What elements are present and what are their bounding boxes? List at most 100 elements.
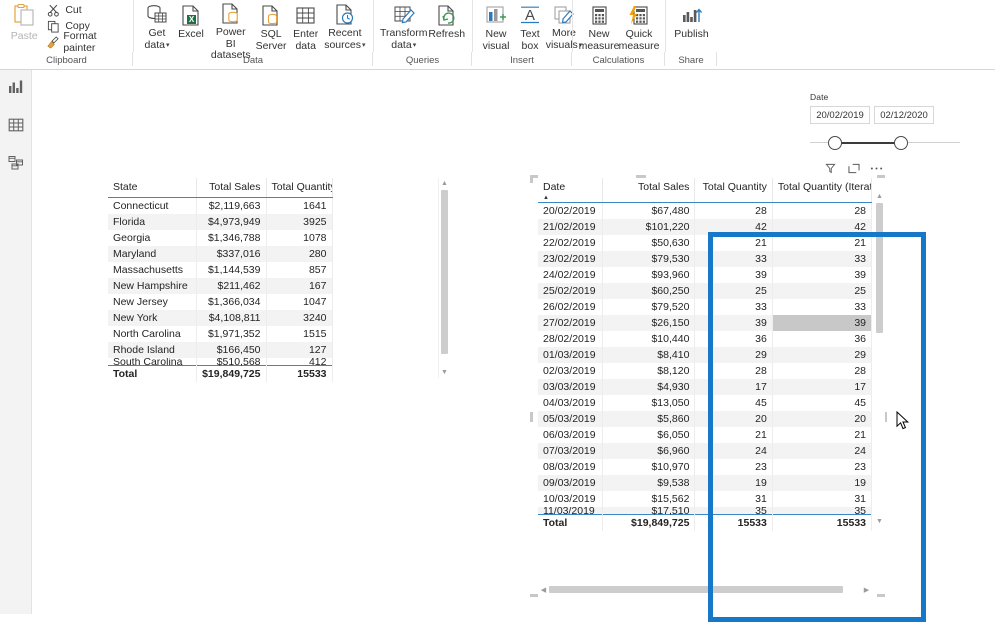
cell-total-quantity[interactable]: 1641 [266, 197, 333, 214]
cell-total-sales[interactable]: $4,973,949 [196, 214, 267, 230]
scroll-up-arrow-icon[interactable]: ▲ [874, 191, 885, 202]
cell-total-quantity-iteration[interactable]: 19 [772, 475, 872, 491]
cell-total-quantity[interactable]: 127 [266, 342, 333, 358]
cell-date[interactable]: 10/03/2019 [538, 491, 603, 507]
cell-total-quantity-iteration[interactable]: 45 [772, 395, 872, 411]
cell-date[interactable]: 06/03/2019 [538, 427, 603, 443]
cell-total-quantity[interactable]: 3925 [266, 214, 333, 230]
column-header-date[interactable]: Date ▲ [538, 178, 603, 203]
new-visual-button[interactable]: New visual [479, 0, 513, 52]
table-row[interactable]: Georgia $1,346,788 1078 [108, 230, 333, 246]
cell-total-sales[interactable]: $5,860 [602, 411, 696, 427]
cell-total-sales[interactable]: $1,366,034 [196, 294, 267, 310]
cell-date[interactable]: 28/02/2019 [538, 331, 603, 347]
sql-server-button[interactable]: SQL Server [253, 0, 288, 52]
cell-total-sales[interactable]: $4,930 [602, 379, 696, 395]
resize-handle-left-top[interactable] [530, 175, 533, 183]
table-row[interactable]: 20/02/2019 $67,480 28 28 [538, 202, 872, 219]
table-row[interactable]: 05/03/2019 $5,860 20 20 [538, 411, 872, 427]
cell-total-quantity[interactable]: 25 [694, 283, 773, 299]
cell-total-quantity[interactable]: 23 [694, 459, 773, 475]
cell-total-sales[interactable]: $101,220 [602, 219, 696, 235]
cell-date[interactable]: 23/02/2019 [538, 251, 603, 267]
cell-date[interactable]: 27/02/2019 [538, 315, 603, 331]
cell-state[interactable]: New York [108, 310, 197, 326]
publish-button[interactable]: Publish [672, 0, 711, 52]
cell-date[interactable]: 11/03/2019 [538, 507, 603, 515]
cell-date[interactable]: 26/02/2019 [538, 299, 603, 315]
recent-sources-button[interactable]: Recent sources▾ [323, 0, 367, 52]
cell-total-sales[interactable]: $1,144,539 [196, 262, 267, 278]
report-page[interactable]: Date 20/02/2019 02/12/2020 State Total S… [32, 70, 995, 622]
cell-total-sales[interactable]: $93,960 [602, 267, 696, 283]
cell-total-quantity-iteration[interactable]: 28 [772, 363, 872, 379]
table-row[interactable]: Rhode Island $166,450 127 [108, 342, 333, 358]
table-row[interactable]: 27/02/2019 $26,150 39 39 [538, 315, 872, 331]
table-row[interactable]: 08/03/2019 $10,970 23 23 [538, 459, 872, 475]
enter-data-button[interactable]: Enter data [289, 0, 323, 52]
cell-date[interactable]: 04/03/2019 [538, 395, 603, 411]
cell-total-quantity-iteration[interactable]: 20 [772, 411, 872, 427]
cell-date[interactable]: 05/03/2019 [538, 411, 603, 427]
quick-measure-button[interactable]: Quick measure [619, 0, 659, 52]
cell-total-quantity[interactable]: 17 [694, 379, 773, 395]
cell-total-quantity-iteration[interactable]: 25 [772, 283, 872, 299]
cell-total-sales[interactable]: $79,520 [602, 299, 696, 315]
table-row[interactable]: 01/03/2019 $8,410 29 29 [538, 347, 872, 363]
cell-date[interactable]: 01/03/2019 [538, 347, 603, 363]
cell-total-sales[interactable]: $166,450 [196, 342, 267, 358]
scroll-thumb-vertical[interactable] [441, 190, 448, 354]
cell-total-sales[interactable]: $9,538 [602, 475, 696, 491]
table-row[interactable]: 22/02/2019 $50,630 21 21 [538, 235, 872, 251]
sidebar-item-data-view[interactable] [0, 108, 32, 146]
table-row[interactable]: New Hampshire $211,462 167 [108, 278, 333, 294]
cell-total-quantity[interactable]: 31 [694, 491, 773, 507]
table-row[interactable]: North Carolina $1,971,352 1515 [108, 326, 333, 342]
states-table-vertical-scrollbar[interactable]: ▲ ▼ [438, 178, 449, 378]
cell-date[interactable]: 21/02/2019 [538, 219, 603, 235]
resize-handle-bottom-left[interactable] [530, 594, 538, 597]
column-header-total-sales[interactable]: Total Sales [602, 178, 696, 203]
states-table-visual[interactable]: State Total Sales Total Quantity Connect… [108, 178, 449, 453]
table-row[interactable]: Maryland $337,016 280 [108, 246, 333, 262]
cell-total-quantity[interactable]: 21 [694, 235, 773, 251]
cell-date[interactable]: 02/03/2019 [538, 363, 603, 379]
cell-total-quantity-iteration[interactable]: 29 [772, 347, 872, 363]
dates-table-vertical-scrollbar[interactable]: ▲ ▼ [874, 191, 885, 527]
new-measure-button[interactable]: New measure [579, 0, 619, 52]
table-row[interactable]: Massachusetts $1,144,539 857 [108, 262, 333, 278]
table-row[interactable]: New Jersey $1,366,034 1047 [108, 294, 333, 310]
table-row[interactable]: 03/03/2019 $4,930 17 17 [538, 379, 872, 395]
sidebar-item-report-view[interactable] [0, 70, 32, 108]
cell-total-quantity[interactable]: 36 [694, 331, 773, 347]
column-header-total-quantity-iteration[interactable]: Total Quantity (Iteration) [772, 178, 872, 203]
cell-total-sales[interactable]: $4,108,811 [196, 310, 267, 326]
paste-button[interactable]: Paste [6, 0, 42, 52]
cell-date[interactable]: 25/02/2019 [538, 283, 603, 299]
slider-handle-end[interactable] [894, 136, 908, 150]
cell-total-quantity[interactable]: 39 [694, 315, 773, 331]
cell-total-quantity-iteration[interactable]: 28 [772, 202, 872, 219]
cell-state[interactable]: New Jersey [108, 294, 197, 310]
cell-total-quantity-iteration[interactable]: 39 [772, 315, 872, 331]
cell-total-sales[interactable]: $1,346,788 [196, 230, 267, 246]
cell-date[interactable]: 03/03/2019 [538, 379, 603, 395]
table-row[interactable]: 28/02/2019 $10,440 36 36 [538, 331, 872, 347]
cell-total-sales[interactable]: $79,530 [602, 251, 696, 267]
table-row[interactable]: 10/03/2019 $15,562 31 31 [538, 491, 872, 507]
column-header-total-quantity[interactable]: Total Quantity [266, 178, 333, 198]
cell-total-quantity[interactable]: 1047 [266, 294, 333, 310]
report-canvas[interactable]: Date 20/02/2019 02/12/2020 State Total S… [32, 70, 995, 622]
filter-icon[interactable] [824, 162, 837, 175]
focus-mode-icon[interactable] [847, 162, 860, 175]
cell-total-quantity[interactable]: 42 [694, 219, 773, 235]
cell-total-sales[interactable]: $6,050 [602, 427, 696, 443]
transform-data-button[interactable]: Transform data▾ [380, 0, 427, 52]
cell-total-quantity-iteration[interactable]: 17 [772, 379, 872, 395]
power-bi-datasets-button[interactable]: Power BI datasets [208, 0, 253, 61]
cell-total-quantity-iteration[interactable]: 23 [772, 459, 872, 475]
cell-total-sales[interactable]: $15,562 [602, 491, 696, 507]
scroll-right-arrow-icon[interactable]: ▶ [861, 584, 872, 595]
cell-total-sales[interactable]: $10,440 [602, 331, 696, 347]
cell-total-quantity[interactable]: 20 [694, 411, 773, 427]
